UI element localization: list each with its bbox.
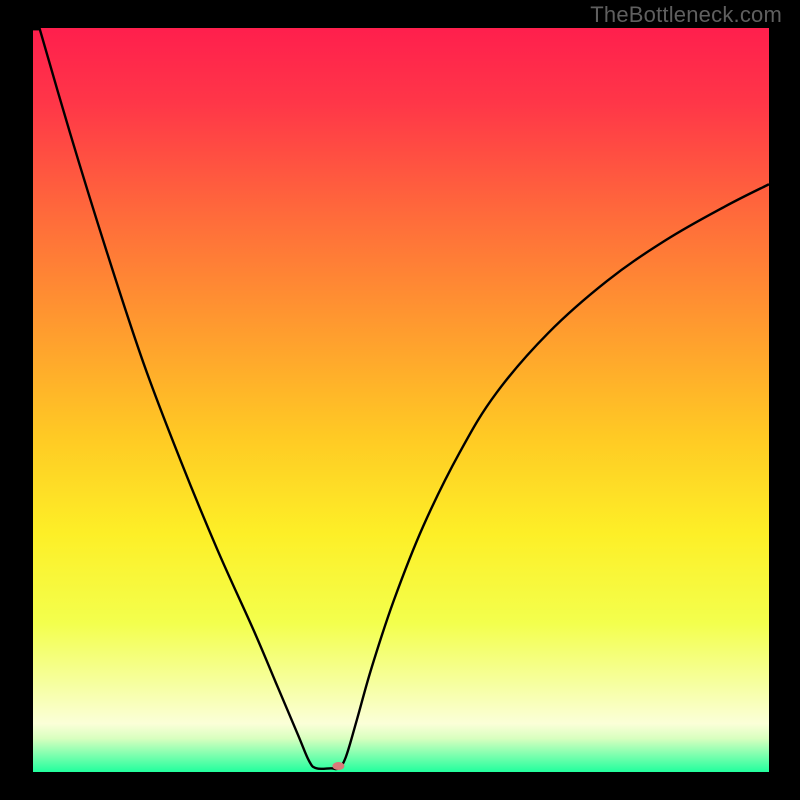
plot-background [33,28,769,772]
chart-frame: { "watermark": "TheBottleneck.com", "cha… [0,0,800,800]
bottleneck-chart [0,0,800,800]
minimum-marker [332,762,344,770]
